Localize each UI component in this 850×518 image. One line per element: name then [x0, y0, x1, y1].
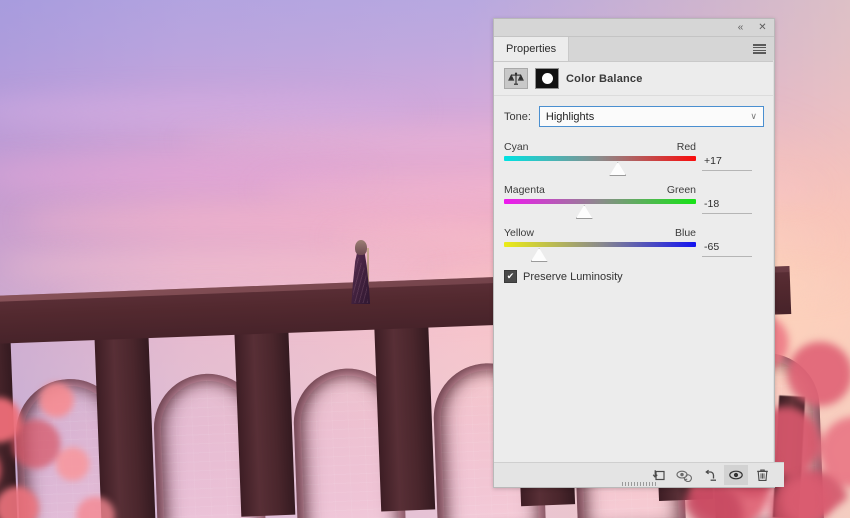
yellow-blue-slider-handle[interactable] — [530, 248, 548, 262]
cyan-red-value[interactable]: +17 — [702, 155, 752, 171]
panel-titlebar: « ✕ — [494, 19, 774, 37]
view-previous-state-icon[interactable] — [672, 465, 696, 485]
adjustment-title: Color Balance — [566, 72, 643, 85]
panel-menu-icon — [753, 44, 766, 54]
panel-resize-grip[interactable] — [622, 482, 656, 486]
tone-label: Tone: — [504, 110, 531, 123]
properties-panel: « ✕ Properties Color Balance Tone: Highl… — [493, 18, 784, 488]
magenta-green-slider-handle[interactable] — [575, 205, 593, 219]
tone-row: Tone: Highlights ∨ — [504, 106, 764, 127]
close-icon[interactable]: ✕ — [756, 22, 769, 34]
panel-menu-button[interactable] — [753, 37, 774, 61]
green-label: Green — [666, 184, 696, 196]
tone-select-value: Highlights — [545, 110, 595, 123]
tab-properties-label: Properties — [506, 43, 557, 55]
tone-select[interactable]: Highlights ∨ — [538, 106, 764, 127]
color-balance-icon[interactable] — [504, 68, 528, 89]
figure-hood — [355, 240, 367, 255]
panel-scroll-edge — [773, 60, 774, 463]
cyan-red-slider-handle[interactable] — [609, 162, 627, 176]
adjustment-header: Color Balance — [494, 62, 774, 96]
delete-adjustment-layer-icon[interactable] — [750, 465, 774, 485]
yellow-blue-slider[interactable] — [504, 242, 696, 262]
cyan-red-labels: Cyan Red — [504, 141, 696, 153]
yellow-blue-labels: Yellow Blue — [504, 227, 696, 239]
panel-footer — [494, 462, 784, 487]
preserve-luminosity-checkbox[interactable]: ✔ — [504, 270, 517, 283]
yellow-blue-track — [504, 242, 696, 247]
yellow-blue-slider-block: Yellow Blue -65 — [504, 227, 764, 262]
reset-adjustment-icon[interactable] — [698, 465, 722, 485]
magenta-label: Magenta — [504, 184, 545, 196]
cyan-red-track — [504, 156, 696, 161]
magenta-green-slider-block: Magenta Green -18 — [504, 184, 764, 219]
cyan-label: Cyan — [504, 141, 529, 153]
layer-mask-shape — [541, 73, 553, 84]
chevron-down-icon: ∨ — [750, 111, 757, 121]
preserve-luminosity-row[interactable]: ✔ Preserve Luminosity — [504, 270, 764, 283]
yellow-label: Yellow — [504, 227, 534, 239]
panel-tab-bar: Properties — [494, 37, 774, 62]
preserve-luminosity-label: Preserve Luminosity — [523, 270, 623, 283]
magenta-green-labels: Magenta Green — [504, 184, 696, 196]
magenta-green-track — [504, 199, 696, 204]
double-chevron-left-icon[interactable]: « — [734, 22, 747, 34]
cyan-red-slider[interactable] — [504, 156, 696, 176]
yellow-blue-value[interactable]: -65 — [702, 241, 752, 257]
magenta-green-value[interactable]: -18 — [702, 198, 752, 214]
red-label: Red — [676, 141, 696, 153]
layer-mask-thumbnail[interactable] — [535, 68, 559, 89]
panel-body: Tone: Highlights ∨ Cyan Red +17 Magenta … — [494, 96, 774, 283]
viaduct-pier — [373, 309, 436, 512]
tab-properties[interactable]: Properties — [494, 37, 570, 61]
blue-label: Blue — [674, 227, 696, 239]
viaduct-pier — [233, 314, 296, 517]
cloaked-figure — [340, 237, 378, 307]
cyan-red-slider-block: Cyan Red +17 — [504, 141, 764, 176]
magenta-green-slider[interactable] — [504, 199, 696, 219]
toggle-layer-visibility-icon[interactable] — [724, 465, 748, 485]
